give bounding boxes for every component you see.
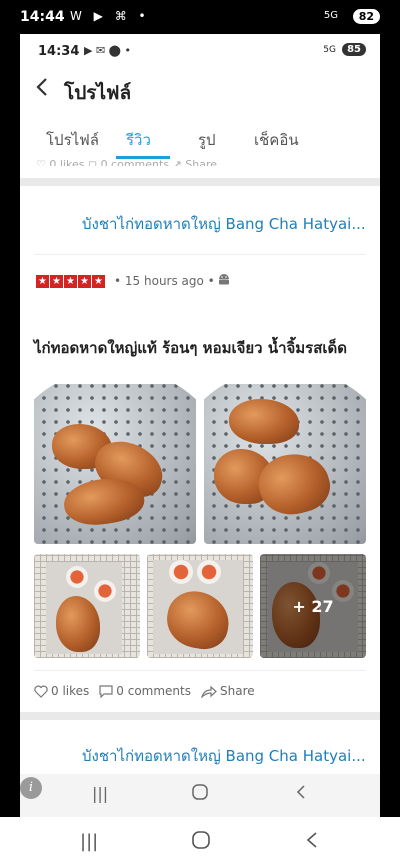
like-button[interactable]: 0 likes [34, 684, 89, 698]
system-status-bar: 14:44 W ▶ ⌘ • 5G 82 [0, 0, 400, 34]
tab-photos[interactable]: รูป [198, 128, 216, 152]
previous-review-actions: ♡ 0 likes ◻ 0 comments ↗ Share [36, 158, 218, 166]
review-photo-more[interactable]: + 27 [260, 554, 366, 658]
business-name-link[interactable]: บังชาไก่ทอดหาดใหญ่ Bang Cha Hatyai... [82, 212, 366, 236]
inner-notification-icons: ▶ ✉ ⬤ • [84, 44, 131, 57]
tab-reviews[interactable]: รีวิว [126, 128, 151, 152]
network-indicator: 5G [323, 10, 338, 21]
tab-profile[interactable]: โปรไฟล์ [46, 128, 99, 152]
system-back-icon[interactable] [306, 831, 318, 854]
comment-count: 0 comments [116, 684, 191, 698]
android-icon [217, 271, 231, 285]
page-title: โปรไฟล์ [64, 82, 132, 104]
inner-status-bar: 14:34 ▶ ✉ ⬤ • 5G 85 [20, 34, 380, 68]
inner-time: 14:34 [38, 44, 80, 59]
divider [34, 254, 366, 255]
divider [20, 178, 380, 186]
divider [20, 712, 380, 720]
notification-icons: W ▶ ⌘ • [70, 9, 150, 23]
home-icon[interactable] [192, 784, 208, 804]
star-icon: ★ [64, 275, 77, 288]
battery-indicator: 82 [352, 9, 380, 24]
review-time: • 15 hours ago • [114, 274, 215, 288]
system-time: 14:44 [20, 9, 65, 25]
share-icon [201, 685, 217, 698]
divider [34, 670, 366, 671]
star-rating: ★ ★ ★ ★ ★ [36, 275, 105, 288]
star-icon: ★ [36, 275, 49, 288]
next-business-name-link[interactable]: บังชาไก่ทอดหาดใหญ่ Bang Cha Hatyai... [82, 744, 366, 768]
inner-navigation-bar: ||| [20, 774, 380, 817]
star-icon: ★ [92, 275, 105, 288]
inner-battery: 85 [342, 43, 366, 56]
review-photo[interactable] [34, 554, 140, 658]
review-photo[interactable] [147, 554, 253, 658]
top-bar: โปรไฟล์ [20, 70, 380, 108]
star-icon: ★ [50, 275, 63, 288]
system-navigation-bar: ||| [0, 817, 400, 867]
back-arrow-icon[interactable] [34, 76, 50, 104]
info-icon[interactable]: i [20, 777, 42, 799]
share-button[interactable]: Share [201, 684, 255, 698]
heart-icon [34, 685, 48, 698]
inner-network: 5G [323, 45, 336, 55]
more-photos-count: + 27 [260, 554, 366, 658]
app-screenshot: 14:34 ▶ ✉ ⬤ • 5G 85 โปรไฟล์ โปรไฟล์ รีวิ… [20, 34, 380, 817]
like-count: 0 likes [51, 684, 90, 698]
review-actions: 0 likes 0 comments Share [34, 684, 255, 698]
star-icon: ★ [78, 275, 91, 288]
review-photo[interactable] [34, 384, 196, 544]
comment-icon [99, 684, 113, 698]
share-label: Share [220, 684, 255, 698]
tab-checkins[interactable]: เช็คอิน [254, 128, 299, 152]
tab-bar: โปรไฟล์ รีวิว รูป เช็คอิน [20, 120, 380, 160]
review-photo[interactable] [204, 384, 366, 544]
recents-icon[interactable]: ||| [92, 784, 108, 803]
back-icon[interactable] [296, 784, 306, 804]
comment-button[interactable]: 0 comments [99, 684, 191, 698]
system-home-icon[interactable] [192, 831, 210, 854]
review-text: ไก่ทอดหาดใหญ่แท้ ร้อนๆ หอมเจียว น้ำจิ้มร… [34, 339, 347, 357]
system-recents-icon[interactable]: ||| [80, 831, 98, 852]
